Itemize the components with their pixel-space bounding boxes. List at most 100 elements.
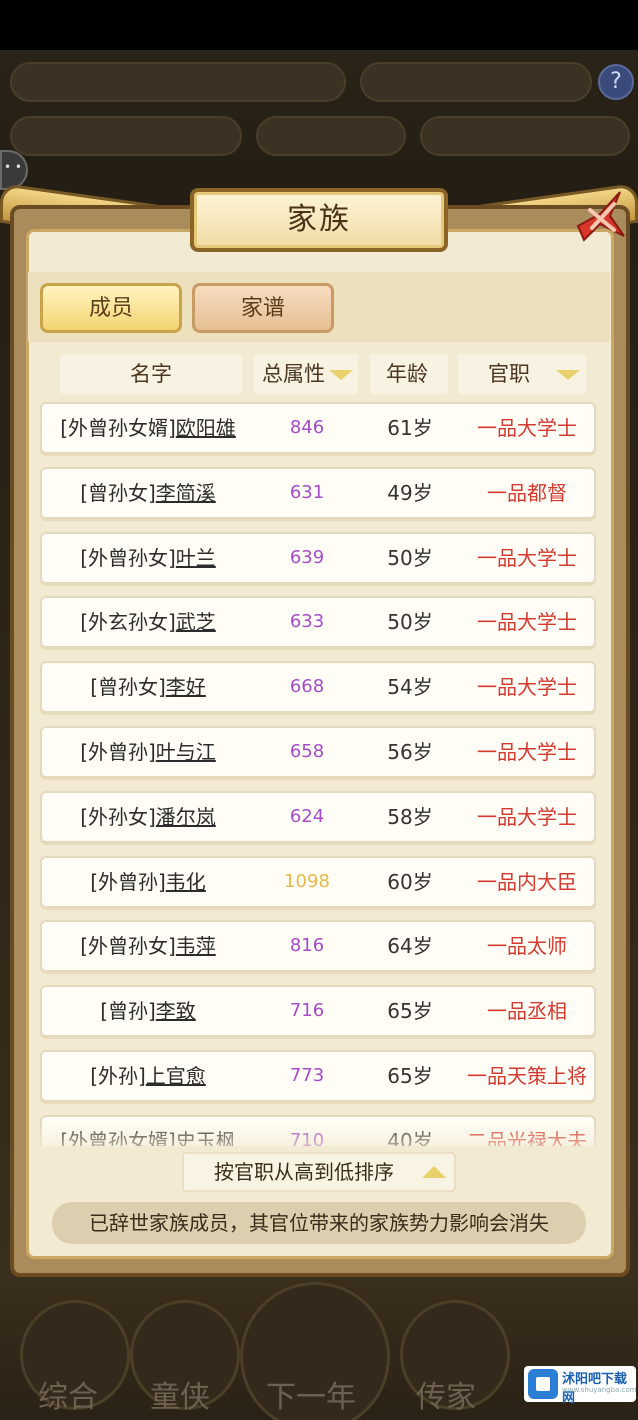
member-age: 50岁: [387, 610, 433, 635]
member-attribute: 773: [289, 1065, 325, 1086]
nav-item-general[interactable]: 综合: [38, 1372, 98, 1416]
member-age: 58岁: [387, 804, 433, 829]
member-post: 一品内大臣: [477, 869, 577, 894]
sort-button-label: 按官职从高到低排序: [214, 1160, 394, 1184]
member-post: 一品大学士: [477, 804, 577, 829]
member-relation: [曾孙女]: [80, 480, 156, 505]
member-age: 64岁: [387, 934, 433, 959]
member-attribute: 631: [289, 481, 325, 503]
sort-up-icon: [422, 1166, 446, 1178]
member-age: 65岁: [387, 999, 433, 1024]
member-post: 一品大学士: [477, 675, 577, 700]
table-header: 名字 总属性 年龄 官职: [60, 352, 590, 396]
table-row[interactable]: [外曾孙女]叶兰 639 50岁 一品大学士: [40, 531, 596, 584]
member-relation: [外曾孙女婿]: [60, 416, 176, 440]
member-name-link[interactable]: 韦萍: [176, 934, 216, 958]
tab-family-tree[interactable]: 家谱: [192, 283, 334, 333]
member-name-link[interactable]: 欧阳雄: [176, 416, 236, 440]
column-header-post[interactable]: 官职: [488, 352, 580, 396]
watermark: 沭阳吧下载网 www.shuyangba.com: [524, 1366, 637, 1406]
table-row[interactable]: [曾孙女]李简溪 631 49岁 一品都督: [40, 466, 596, 519]
table-row[interactable]: [曾孙]李致 716 65岁 一品丞相: [40, 985, 596, 1038]
tab-members[interactable]: 成员: [40, 283, 182, 333]
column-header-post-label: 官职: [488, 362, 530, 386]
member-name-cell: [外曾孙]韦化: [42, 858, 254, 906]
member-age: 60岁: [387, 869, 433, 894]
member-name-cell: [外曾孙]叶与江: [42, 728, 254, 776]
member-relation: [外孙]: [90, 1064, 146, 1088]
sort-by-post-button[interactable]: 按官职从高到低排序: [182, 1152, 456, 1192]
member-attribute: 816: [289, 935, 325, 957]
member-name-link[interactable]: 李简溪: [156, 481, 216, 505]
sort-down-icon: [556, 370, 580, 380]
member-post: 一品都督: [487, 480, 567, 505]
member-name-link[interactable]: 李致: [156, 999, 196, 1023]
member-relation: [外曾孙]: [80, 740, 156, 764]
member-name-link[interactable]: 上官愈: [146, 1064, 206, 1088]
member-attribute: 658: [289, 741, 325, 762]
member-age: 50岁: [387, 545, 433, 570]
member-post: 一品天策上将: [467, 1064, 587, 1088]
member-name-link[interactable]: 叶兰: [176, 546, 216, 570]
table-row[interactable]: [外曾孙女]韦萍 816 64岁 一品太师: [40, 920, 596, 973]
member-name-link[interactable]: 李好: [166, 675, 206, 699]
background-resource-bar-4: [256, 116, 406, 156]
table-row[interactable]: [外孙]上官愈 773 65岁 一品天策上将: [40, 1050, 596, 1102]
member-relation: [外曾孙女]: [80, 934, 176, 959]
background-resource-bar: [10, 62, 346, 102]
member-name-link[interactable]: 武芝: [176, 610, 216, 634]
member-name-link[interactable]: 韦化: [166, 870, 206, 894]
column-header-name: 名字: [130, 362, 172, 386]
table-row[interactable]: [外曾孙]韦化 1098 60岁 一品内大臣: [40, 855, 596, 908]
member-relation: [曾孙女]: [90, 675, 166, 700]
table-row[interactable]: [外曾孙]叶与江 658 56岁 一品大学士: [40, 726, 596, 778]
deceased-notice: 已辞世家族成员，其官位带来的家族势力影响会消失: [52, 1202, 586, 1244]
member-post: 一品大学士: [477, 545, 577, 570]
member-list[interactable]: [外曾孙女婿]欧阳雄 846 61岁 一品大学士 [曾孙女]李简溪 631 49岁 一品都督[…: [40, 400, 596, 1146]
nav-item-hero[interactable]: 童侠: [150, 1372, 210, 1416]
member-attribute: 1098: [284, 870, 330, 892]
member-name-cell: [曾孙]李致: [42, 987, 254, 1035]
member-name-cell: [外曾孙女]叶兰: [42, 534, 254, 582]
watermark-sub: www.shuyangba.com: [562, 1386, 637, 1394]
member-relation: [曾孙]: [100, 999, 156, 1024]
member-attribute: 668: [289, 676, 325, 698]
member-name-cell: [外曾孙女]韦萍: [42, 922, 254, 970]
column-header-age: 年龄: [386, 362, 428, 386]
member-attribute: 639: [289, 546, 325, 568]
member-post: 一品太师: [487, 934, 567, 959]
table-row[interactable]: [外孙女]潘尔岚 624 58岁 一品大学士: [40, 790, 596, 843]
member-relation: [外曾孙女]: [80, 545, 176, 570]
member-name-cell: [曾孙女]李简溪: [42, 469, 254, 517]
column-header-attribute-label: 总属性: [262, 362, 325, 386]
member-relation: [外孙女]: [80, 804, 156, 829]
member-age: 61岁: [387, 416, 433, 440]
member-age: 56岁: [387, 740, 433, 764]
member-name-cell: [外孙女]潘尔岚: [42, 793, 254, 841]
dialog-title: 家族: [190, 188, 448, 252]
close-icon[interactable]: [570, 186, 630, 246]
help-icon[interactable]: ?: [598, 64, 634, 100]
table-row[interactable]: [外曾孙女婿]欧阳雄 846 61岁 一品大学士: [40, 402, 596, 454]
watermark-logo-icon: [528, 1369, 558, 1399]
table-row[interactable]: [外玄孙女]武芝 633 50岁 一品大学士: [40, 596, 596, 649]
sort-down-icon: [329, 370, 353, 380]
member-name-link[interactable]: 潘尔岚: [156, 805, 216, 829]
member-name-cell: [外曾孙女婿]欧阳雄: [42, 404, 254, 452]
member-attribute: 624: [289, 805, 325, 827]
table-row[interactable]: [曾孙女]李好 668 54岁 一品大学士: [40, 661, 596, 714]
member-name-cell: [外孙]上官愈: [42, 1052, 254, 1100]
member-attribute: 716: [289, 1000, 325, 1022]
member-name-cell: [外玄孙女]武芝: [42, 598, 254, 646]
member-age: 49岁: [387, 480, 433, 505]
background-resource-bar-2: [360, 62, 592, 102]
nav-item-heritage[interactable]: 传家: [416, 1372, 476, 1416]
member-age: 54岁: [387, 675, 433, 700]
member-attribute: 846: [289, 417, 325, 438]
member-name-link[interactable]: 叶与江: [156, 740, 216, 764]
member-post: 一品大学士: [477, 740, 577, 764]
column-header-attribute[interactable]: 总属性: [262, 352, 353, 396]
member-post: 一品大学士: [477, 416, 577, 440]
nav-item-next-year[interactable]: 下一年: [266, 1372, 356, 1416]
member-post: 一品丞相: [487, 999, 567, 1024]
